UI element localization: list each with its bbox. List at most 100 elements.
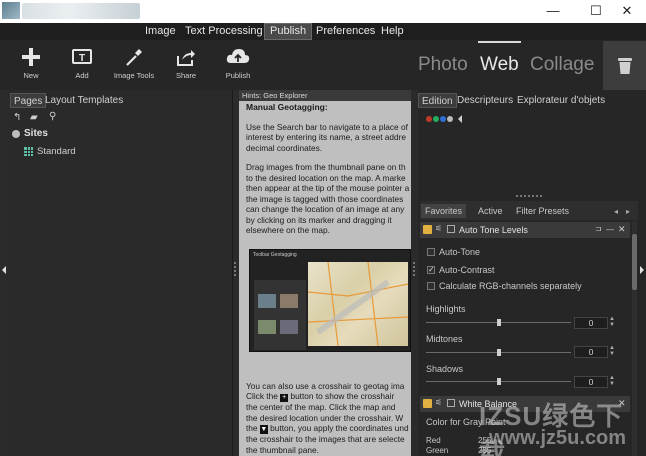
splitter-handle[interactable] [234, 262, 236, 276]
watermark-url: www.jz5u.com [489, 427, 627, 449]
highlights-spinner-icon[interactable]: ▲ ▼ [609, 316, 615, 328]
filter-options-icon[interactable]: ⚟ [435, 224, 442, 233]
highlights-slider-thumb[interactable] [497, 319, 501, 326]
wb-options-icon[interactable]: ⚟ [435, 398, 442, 407]
hints-title: Hints: Geo Explorer [239, 90, 411, 101]
shadows-value[interactable]: 0 [574, 376, 608, 388]
hints-para-1: Use the Search bar to navigate to a plac… [246, 121, 408, 153]
hints-heading: Manual Geotagging: [246, 102, 328, 112]
hints-para-2: Drag images from the thumbnail pane on t… [246, 162, 410, 235]
auto-contrast-checkbox[interactable]: ✓ [427, 266, 435, 274]
menu-preferences[interactable]: Preferences [311, 23, 380, 40]
menu-text-processing[interactable]: Text Processing [180, 23, 268, 40]
add-text-icon: T [72, 49, 92, 64]
geotagging-screenshot: Toolbar Geotagging [249, 249, 411, 352]
tab-descripteurs[interactable]: Descripteurs [454, 93, 516, 108]
auto-tone-label: Auto-Tone [439, 247, 481, 257]
filter-dot-red-icon[interactable] [426, 116, 432, 122]
new-folder-icon[interactable]: ▰ [30, 112, 38, 123]
shadows-spinner-icon[interactable]: ▲ ▼ [609, 375, 615, 387]
share-button[interactable]: Share [157, 44, 215, 86]
midtones-spinner-icon[interactable]: ▲ ▼ [609, 345, 615, 357]
midtones-slider-thumb[interactable] [497, 349, 501, 356]
menu-help[interactable]: Help [376, 23, 409, 40]
tab-edition[interactable]: Edition [418, 93, 457, 108]
pages-toolbar: ↰ ▰ ⚲ [13, 111, 73, 124]
new-button[interactable]: New [2, 44, 60, 86]
sites-node-icon [12, 130, 20, 138]
shadows-label: Shadows [426, 364, 464, 374]
menu-image[interactable]: Image [140, 23, 181, 40]
wb-enable-icon[interactable] [423, 399, 432, 408]
new-label: New [23, 71, 39, 80]
screenshot-map [307, 261, 409, 347]
publish-button[interactable]: Publish [209, 44, 267, 86]
mode-photo[interactable]: Photo [418, 54, 468, 76]
active-mode-indicator [478, 41, 521, 43]
highlights-label: Highlights [426, 304, 466, 314]
subtab-favorites[interactable]: Favorites [421, 204, 467, 218]
tree-sites[interactable]: Sites [24, 128, 48, 139]
subtabs-next-icon[interactable]: ▸ [626, 207, 630, 216]
panel-resize-handle[interactable] [516, 195, 542, 197]
subtab-filter-presets[interactable]: Filter Presets [512, 204, 573, 218]
auto-tone-title: Auto Tone Levels [459, 225, 528, 235]
rgb-separate-checkbox[interactable] [427, 282, 435, 290]
tab-pages[interactable]: Pages [10, 93, 47, 108]
screenshot-title: Toolbar Geotagging [253, 252, 297, 258]
publish-label: Publish [225, 71, 251, 80]
filter-dot-blue-icon[interactable] [440, 116, 446, 122]
tab-explorateur-objets[interactable]: Explorateur d'objets [514, 93, 608, 108]
image-tools-label: Image Tools [113, 71, 155, 80]
filter-collapse-icon[interactable] [447, 225, 455, 233]
menu-publish[interactable]: Publish [264, 23, 313, 40]
subtabs-prev-icon[interactable]: ◂ [614, 207, 618, 216]
auto-tone-close-icon[interactable]: ✕ [618, 224, 626, 235]
plus-icon [22, 48, 40, 66]
rgb-separate-label: Calculate RGB-channels separately [439, 281, 582, 291]
auto-tone-minimize-icon[interactable]: — [606, 225, 614, 234]
pipette-icon [126, 49, 142, 66]
auto-tone-checkbox[interactable] [427, 248, 435, 256]
crosshair-button-icon: + [280, 394, 289, 402]
tab-layout-templates[interactable]: Layout Templates [42, 93, 126, 108]
collapse-left-arrow-icon[interactable] [2, 266, 6, 274]
red-label: Red [426, 436, 441, 445]
subtab-active[interactable]: Active [474, 204, 507, 218]
minimize-button[interactable]: — [534, 0, 572, 23]
image-tools-button[interactable]: Image Tools [105, 44, 163, 86]
trash-button[interactable] [603, 41, 646, 90]
svg-text:T: T [79, 53, 85, 64]
blurred-title [22, 3, 140, 19]
collapse-balls-arrow-icon[interactable] [458, 115, 462, 123]
filter-enable-icon[interactable] [423, 225, 432, 234]
collapse-right-arrow-icon[interactable] [640, 266, 644, 274]
screenshot-thumbnails [254, 280, 306, 350]
midtones-label: Midtones [426, 334, 463, 344]
highlights-value[interactable]: 0 [574, 317, 608, 329]
mode-web[interactable]: Web [480, 54, 519, 76]
up-level-icon[interactable]: ↰ [13, 112, 21, 123]
midtones-value[interactable]: 0 [574, 346, 608, 358]
search-icon[interactable]: ⚲ [49, 111, 56, 122]
pages-panel [10, 90, 233, 456]
filters-scrollbar-thumb[interactable] [632, 234, 637, 290]
auto-contrast-label: Auto-Contrast [439, 265, 495, 275]
hints-para-3: You can also use a crosshair to geotag i… [246, 380, 409, 455]
add-button[interactable]: T Add [53, 44, 111, 86]
cloud-upload-icon [226, 49, 250, 63]
filter-dot-green-icon[interactable] [433, 116, 439, 122]
trash-icon [618, 58, 632, 74]
add-label: Add [75, 71, 89, 80]
tree-standard[interactable]: Standard [37, 146, 76, 157]
wb-collapse-icon[interactable] [447, 399, 455, 407]
apply-coordinates-icon: ▼ [259, 425, 268, 434]
auto-tone-menu-icon[interactable]: ⊐ [595, 224, 602, 233]
filter-dot-gray-icon[interactable] [447, 116, 453, 122]
app-icon [2, 2, 20, 19]
shadows-slider-thumb[interactable] [497, 378, 501, 385]
splitter-handle-right[interactable] [413, 262, 415, 276]
page-grid-icon [24, 147, 33, 156]
mode-collage[interactable]: Collage [530, 54, 594, 76]
close-button[interactable]: ✕ [608, 0, 646, 23]
